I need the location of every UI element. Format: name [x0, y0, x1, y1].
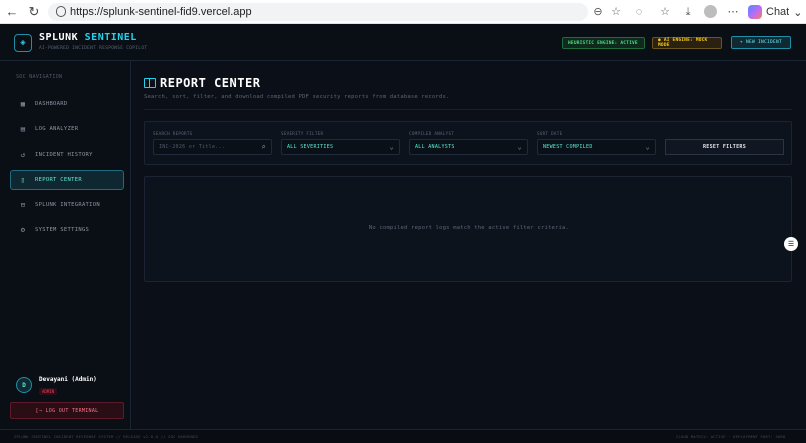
page-title: REPORT CENTER — [160, 76, 261, 90]
chevron-down-icon: ⌄ — [645, 143, 650, 151]
analyst-value: ALL ANALYSTS — [415, 144, 455, 150]
database-icon: ⊟ — [20, 201, 26, 209]
footer-right: CLOUD MATRIX: ACTIVE · DEPLOYMENT PORT: … — [676, 434, 786, 439]
report-list: No compiled report logs match the active… — [144, 176, 792, 282]
reload-icon[interactable]: ↻ — [26, 3, 42, 21]
main-content: REPORT CENTER Search, sort, filter, and … — [131, 61, 806, 429]
avatar: D — [16, 377, 32, 393]
profile-icon[interactable] — [704, 5, 717, 18]
app-header: ◈ SPLUNK SENTINEL AI-POWERED INCIDENT RE… — [0, 24, 806, 61]
brand-subtitle: AI-POWERED INCIDENT RESPONSE COPILOT — [39, 46, 148, 51]
back-icon[interactable]: ← — [4, 3, 20, 21]
sort-value: NEWEST COMPILED — [543, 144, 593, 150]
app-root: ◈ SPLUNK SENTINEL AI-POWERED INCIDENT RE… — [0, 24, 806, 443]
zoom-icon[interactable]: ⊖ — [591, 4, 605, 20]
chevron-down-icon: ⌄ — [389, 143, 394, 151]
search-icon: ⌕ — [261, 143, 266, 151]
chat-button[interactable]: Chat ⌄ — [748, 3, 802, 21]
severity-value: ALL SEVERITIES — [287, 144, 334, 150]
heuristic-status-badge: HEURISTIC ENGINE: ACTIVE — [562, 37, 645, 49]
book-icon: ▯ — [20, 176, 26, 184]
sidebar-heading: SOC NAVIGATION — [16, 74, 63, 80]
file-icon: ▤ — [20, 125, 26, 133]
new-incident-button[interactable]: + NEW INCIDENT — [731, 36, 791, 49]
copilot-icon — [748, 5, 762, 19]
app-footer: SPLUNK SENTINEL INCIDENT RESPONSE SYSTEM… — [0, 429, 806, 443]
search-input[interactable]: INC-2026 or Title... ⌕ — [153, 139, 272, 155]
sidebar: SOC NAVIGATION ▦ DASHBOARD ▤ LOG ANALYZE… — [0, 61, 131, 429]
empty-state-message: No compiled report logs match the active… — [368, 225, 570, 231]
sidebar-item-log-analyzer[interactable]: ▤ LOG ANALYZER — [10, 119, 124, 139]
site-info-icon[interactable] — [56, 6, 66, 17]
severity-select[interactable]: ALL SEVERITIES ⌄ — [281, 139, 400, 155]
analyst-label: COMPILED ANALYST — [409, 131, 455, 136]
divider — [144, 109, 792, 110]
sort-label: SORT DATE — [537, 131, 563, 136]
address-bar[interactable]: https://splunk-sentinel-fid9.vercel.app — [48, 3, 588, 21]
shield-icon: ◈ — [14, 34, 32, 52]
browser-toolbar: ← ↻ https://splunk-sentinel-fid9.vercel.… — [0, 0, 806, 24]
favorites-icon[interactable]: ☆ — [658, 4, 672, 20]
user-role-badge: ADMIN — [39, 388, 58, 395]
search-placeholder: INC-2026 or Title... — [159, 144, 226, 150]
analyst-select[interactable]: ALL ANALYSTS ⌄ — [409, 139, 528, 155]
book-icon — [144, 78, 156, 88]
chat-label: Chat — [766, 6, 790, 18]
grid-icon: ▦ — [20, 100, 26, 108]
sidebar-item-label: SPLUNK INTEGRATION — [35, 202, 101, 208]
chevron-down-icon: ⌄ — [517, 143, 522, 151]
reset-filters-button[interactable]: RESET FILTERS — [665, 139, 784, 155]
brand-title: SPLUNK SENTINEL — [39, 32, 137, 43]
sidebar-item-label: LOG ANALYZER — [35, 126, 79, 132]
url-text: https://splunk-sentinel-fid9.vercel.app — [70, 6, 252, 18]
sidebar-item-label: SYSTEM SETTINGS — [35, 227, 90, 233]
page-subtitle: Search, sort, filter, and download compi… — [144, 94, 450, 100]
search-label: SEARCH REPORTS — [153, 131, 193, 136]
sort-select[interactable]: NEWEST COMPILED ⌄ — [537, 139, 656, 155]
more-icon[interactable]: ⋯ — [726, 4, 740, 20]
sidebar-item-report-center[interactable]: ▯ REPORT CENTER — [10, 170, 124, 190]
ai-status-badge: ● AI ENGINE: MOCK MODE — [652, 37, 722, 49]
logout-button[interactable]: [→ LOG OUT TERMINAL — [10, 402, 124, 419]
sidebar-item-label: DASHBOARD — [35, 101, 68, 107]
brand-accent: SENTINEL — [84, 32, 137, 43]
floating-menu-icon[interactable]: ☰ — [784, 237, 798, 251]
sidebar-item-incident-history[interactable]: ↺ INCIDENT HISTORY — [10, 145, 124, 165]
sidebar-item-label: REPORT CENTER — [35, 177, 82, 183]
favorite-star-icon[interactable]: ☆ — [609, 4, 623, 20]
extensions-icon[interactable]: ◌ — [632, 4, 646, 20]
gear-icon: ⚙ — [20, 226, 26, 234]
sidebar-item-system-settings[interactable]: ⚙ SYSTEM SETTINGS — [10, 220, 124, 240]
sidebar-item-label: INCIDENT HISTORY — [35, 152, 93, 158]
chevron-down-icon: ⌄ — [793, 6, 803, 19]
severity-label: SEVERITY FILTER — [281, 131, 324, 136]
footer-left: SPLUNK SENTINEL INCIDENT RESPONSE SYSTEM… — [14, 434, 198, 439]
downloads-icon[interactable]: ⤓ — [681, 4, 695, 20]
filter-panel: SEARCH REPORTS INC-2026 or Title... ⌕ SE… — [144, 121, 792, 165]
user-name: Devayani (Admin) — [39, 376, 97, 383]
history-icon: ↺ — [20, 151, 26, 159]
sidebar-item-dashboard[interactable]: ▦ DASHBOARD — [10, 94, 124, 114]
brand-prefix: SPLUNK — [39, 32, 79, 43]
sidebar-item-splunk-integration[interactable]: ⊟ SPLUNK INTEGRATION — [10, 195, 124, 215]
